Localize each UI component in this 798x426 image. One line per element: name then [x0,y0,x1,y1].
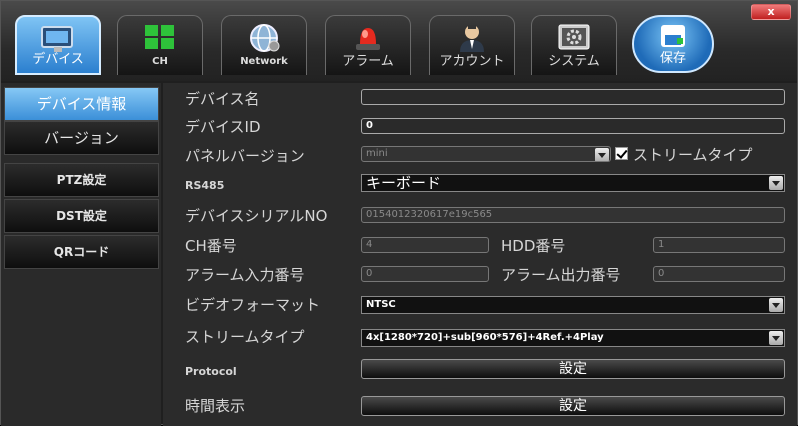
tab-label: アラーム [342,54,394,69]
video-format-select[interactable]: NTSC [361,296,785,314]
ch-count-field: 4 [361,237,489,253]
tab-account[interactable]: アカウント [429,15,515,75]
alarm-in-label: アラーム入力番号 [185,266,305,284]
save-button[interactable]: 保存 [632,15,714,73]
device-settings-window: x デバイス CH Network アラーム アカウント システム 保存 デバイ… [0,0,798,426]
chevron-down-icon [769,176,783,190]
ch-count-label: CH番号 [185,237,237,255]
stream-type-checkbox[interactable] [615,147,628,160]
panel-version-label: パネルバージョン [185,147,305,165]
tab-system[interactable]: システム [531,15,617,75]
hdd-count-field: 1 [653,237,785,253]
serial-no-field: 0154012320617e19c565 [361,207,785,223]
panel-version-value: mini [366,148,388,159]
alarm-out-label: アラーム出力番号 [501,266,621,284]
device-name-input[interactable] [361,89,785,105]
device-id-label: デバイスID [185,118,261,136]
rs485-select[interactable]: キーボード [361,174,785,192]
alarm-in-field: 0 [361,266,489,282]
channel-grid-icon [143,22,177,56]
sidebar-item-device-info[interactable]: デバイス情報 [4,87,159,121]
sidebar-item-ptz[interactable]: PTZ設定 [4,163,159,197]
rs485-label: RS485 [185,179,225,192]
tab-device[interactable]: デバイス [15,15,101,75]
serial-no-label: デバイスシリアルNO [185,207,328,225]
alarm-out-field: 0 [653,266,785,282]
close-button[interactable]: x [751,4,791,20]
video-format-label: ビデオフォーマット [185,296,321,314]
network-globe-icon [246,22,282,58]
tab-network[interactable]: Network [221,15,307,75]
device-info-panel: デバイス名 デバイスID 0 パネルバージョン mini ストリームタイプ RS… [163,83,797,426]
chevron-down-icon [595,148,609,161]
hdd-count-label: HDD番号 [501,237,566,255]
time-display-settings-button[interactable]: 設定 [361,396,785,416]
sidebar-item-qr-code[interactable]: QRコード [4,235,159,269]
rs485-value: キーボード [366,174,442,192]
tab-label: Network [240,56,288,67]
save-label: 保存 [659,51,686,66]
sidebar-item-version[interactable]: バージョン [4,121,159,155]
protocol-settings-button[interactable]: 設定 [361,359,785,379]
stream-type-select[interactable]: 4x[1280*720]+sub[960*576]+4Ref.+4Play [361,329,785,347]
tab-label: CH [152,56,168,67]
tab-label: デバイス [32,52,84,67]
video-format-value: NTSC [366,299,396,310]
stream-type-label: ストリームタイプ [185,328,305,346]
sidebar-item-dst[interactable]: DST設定 [4,199,159,233]
chevron-down-icon [769,331,783,345]
stream-type-check-label: ストリームタイプ [633,146,753,164]
sidebar: デバイス情報 バージョン PTZ設定 DST設定 QRコード [1,83,161,426]
tab-alarm[interactable]: アラーム [325,15,411,75]
tab-label: アカウント [439,54,505,69]
top-tab-bar: x デバイス CH Network アラーム アカウント システム 保存 [1,1,797,81]
tab-label: システム [548,54,600,69]
device-id-input[interactable]: 0 [361,118,785,134]
protocol-label: Protocol [185,365,237,378]
chevron-down-icon [769,298,783,312]
panel-version-select[interactable]: mini [361,146,611,162]
device-name-label: デバイス名 [185,90,260,108]
tab-ch[interactable]: CH [117,15,203,75]
stream-type-value: 4x[1280*720]+sub[960*576]+4Ref.+4Play [366,332,604,343]
time-display-label: 時間表示 [185,397,246,415]
